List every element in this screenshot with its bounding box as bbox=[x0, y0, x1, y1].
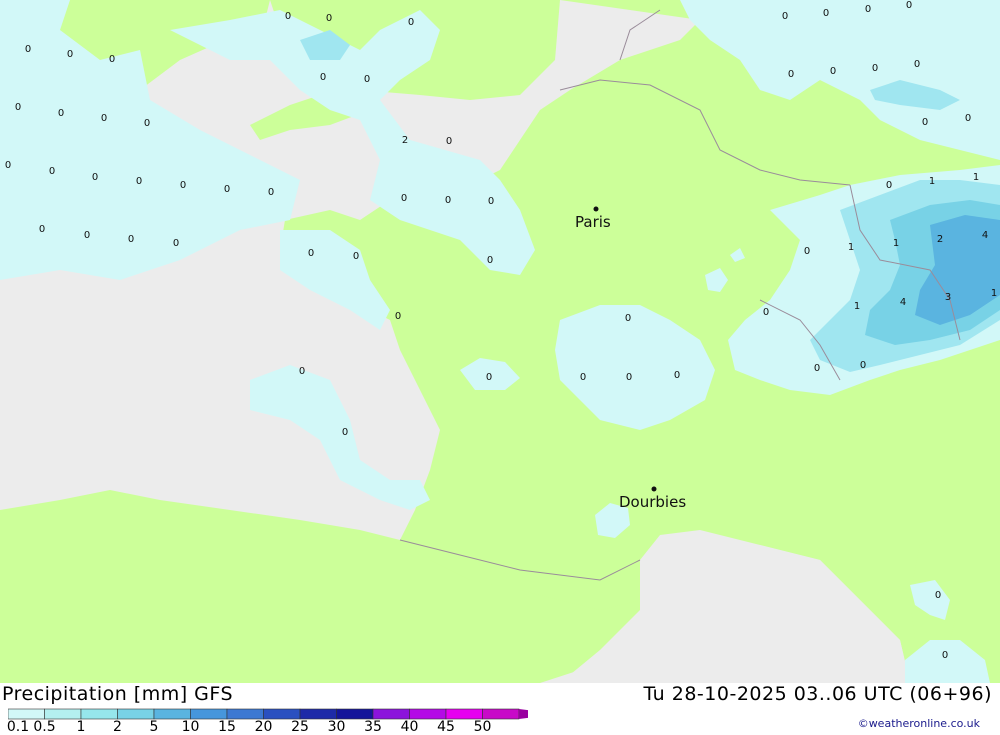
svg-text:0: 0 bbox=[285, 11, 291, 22]
svg-text:0: 0 bbox=[626, 372, 632, 383]
svg-text:0: 0 bbox=[674, 370, 680, 381]
svg-text:0: 0 bbox=[326, 13, 332, 24]
legend-swatch bbox=[409, 708, 447, 720]
svg-text:0: 0 bbox=[173, 238, 179, 249]
svg-text:0: 0 bbox=[15, 102, 21, 113]
svg-text:0: 0 bbox=[488, 196, 494, 207]
legend-swatch bbox=[445, 708, 483, 720]
precipitation-map[interactable]: Paris Dourbies 0 0 0 0 0 0 0 0 0 0 0 0 0… bbox=[0, 0, 1000, 683]
legend-swatch bbox=[226, 708, 264, 720]
svg-text:0: 0 bbox=[823, 8, 829, 19]
svg-text:4: 4 bbox=[982, 230, 988, 241]
svg-text:0: 0 bbox=[342, 427, 348, 438]
svg-text:0: 0 bbox=[935, 590, 941, 601]
svg-text:0: 0 bbox=[445, 195, 451, 206]
svg-text:0: 0 bbox=[299, 366, 305, 377]
legend-swatch bbox=[190, 708, 228, 720]
svg-text:0: 0 bbox=[788, 69, 794, 80]
svg-text:0: 0 bbox=[58, 108, 64, 119]
svg-text:0: 0 bbox=[128, 234, 134, 245]
map-title: Precipitation [mm] GFS bbox=[2, 683, 234, 705]
legend-swatch bbox=[482, 708, 520, 720]
legend-swatch bbox=[263, 708, 301, 720]
legend-swatch bbox=[44, 708, 82, 720]
legend-swatch bbox=[7, 708, 45, 720]
city-label-paris: Paris bbox=[575, 213, 611, 231]
svg-text:0: 0 bbox=[180, 180, 186, 191]
forecast-datetime: Tu 28-10-2025 03..06 UTC (06+96) bbox=[643, 683, 992, 705]
svg-text:0: 0 bbox=[92, 172, 98, 183]
svg-text:0: 0 bbox=[136, 176, 142, 187]
svg-text:0: 0 bbox=[886, 180, 892, 191]
svg-text:0: 0 bbox=[49, 166, 55, 177]
svg-text:0: 0 bbox=[860, 360, 866, 371]
precip-legend: 0.1 0.5 1 2 5 10 15 20 25 30 35 40 45 50 bbox=[7, 707, 557, 735]
svg-text:0: 0 bbox=[872, 63, 878, 74]
svg-text:1: 1 bbox=[991, 288, 997, 299]
svg-text:4: 4 bbox=[900, 297, 906, 308]
city-label-dourbies: Dourbies bbox=[619, 493, 686, 511]
legend-swatch bbox=[117, 708, 155, 720]
svg-text:0: 0 bbox=[144, 118, 150, 129]
svg-text:0: 0 bbox=[268, 187, 274, 198]
legend-swatch bbox=[299, 708, 337, 720]
svg-text:0: 0 bbox=[320, 72, 326, 83]
svg-text:0: 0 bbox=[408, 17, 414, 28]
svg-text:0: 0 bbox=[782, 11, 788, 22]
svg-text:1: 1 bbox=[854, 301, 860, 312]
map-canvas: Paris Dourbies 0 0 0 0 0 0 0 0 0 0 0 0 0… bbox=[0, 0, 1000, 683]
svg-text:0: 0 bbox=[364, 74, 370, 85]
svg-text:0: 0 bbox=[67, 49, 73, 60]
svg-text:0: 0 bbox=[401, 193, 407, 204]
svg-text:0: 0 bbox=[922, 117, 928, 128]
legend-swatch bbox=[153, 708, 191, 720]
legend-arrow bbox=[519, 709, 557, 719]
svg-text:0: 0 bbox=[487, 255, 493, 266]
svg-text:0: 0 bbox=[486, 372, 492, 383]
svg-text:0: 0 bbox=[942, 650, 948, 661]
legend-swatch bbox=[80, 708, 118, 720]
footer-bar: Precipitation [mm] GFS Tu 28-10-2025 03.… bbox=[0, 683, 1000, 735]
svg-text:0: 0 bbox=[804, 246, 810, 257]
svg-text:0: 0 bbox=[965, 113, 971, 124]
svg-text:0: 0 bbox=[914, 59, 920, 70]
svg-text:0: 0 bbox=[906, 0, 912, 11]
svg-text:2: 2 bbox=[402, 135, 408, 146]
svg-text:0: 0 bbox=[865, 4, 871, 15]
svg-text:0: 0 bbox=[395, 311, 401, 322]
svg-text:0: 0 bbox=[39, 224, 45, 235]
svg-text:3: 3 bbox=[945, 292, 951, 303]
source-credit[interactable]: ©weatheronline.co.uk bbox=[858, 717, 980, 730]
svg-text:0: 0 bbox=[308, 248, 314, 259]
svg-text:0: 0 bbox=[25, 44, 31, 55]
svg-text:0: 0 bbox=[5, 160, 11, 171]
svg-text:0: 0 bbox=[446, 136, 452, 147]
svg-text:2: 2 bbox=[937, 234, 943, 245]
svg-text:0: 0 bbox=[580, 372, 586, 383]
legend-swatch bbox=[372, 708, 410, 720]
svg-text:0: 0 bbox=[625, 313, 631, 324]
svg-text:0: 0 bbox=[353, 251, 359, 262]
svg-text:0: 0 bbox=[830, 66, 836, 77]
svg-text:0: 0 bbox=[763, 307, 769, 318]
svg-text:0: 0 bbox=[101, 113, 107, 124]
svg-text:1: 1 bbox=[973, 172, 979, 183]
svg-text:0: 0 bbox=[84, 230, 90, 241]
svg-text:1: 1 bbox=[848, 242, 854, 253]
svg-text:0: 0 bbox=[109, 54, 115, 65]
svg-text:0: 0 bbox=[224, 184, 230, 195]
svg-text:1: 1 bbox=[893, 238, 899, 249]
svg-text:1: 1 bbox=[929, 176, 935, 187]
svg-text:0: 0 bbox=[814, 363, 820, 374]
legend-swatch bbox=[336, 708, 374, 720]
